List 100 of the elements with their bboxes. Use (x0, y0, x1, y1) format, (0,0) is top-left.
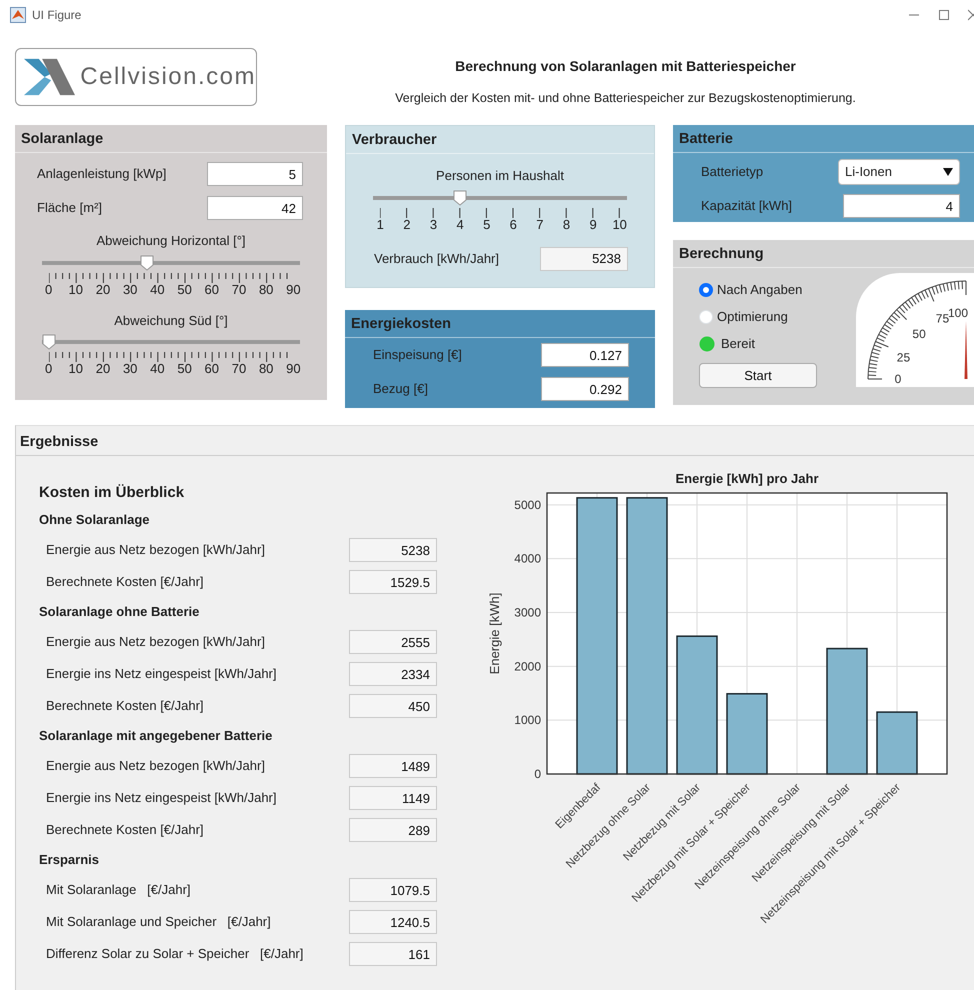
output-field[interactable]: 2555 (349, 630, 437, 654)
input-field[interactable]: 42 (207, 196, 303, 220)
panel-title: Solaranlage (21, 131, 104, 147)
window-title: UI Figure (32, 7, 82, 24)
output-field[interactable]: 1079.5 (349, 878, 437, 902)
field-label: Kapazität [kWh] (701, 197, 792, 216)
caret-icon (943, 168, 953, 176)
radio-label[interactable]: Nach Angaben (717, 280, 802, 300)
field-label: Energie aus Netz bezogen [kWh/Jahr] (46, 757, 265, 776)
output-field[interactable]: 289 (349, 818, 437, 842)
tick-label: 9 (588, 218, 598, 232)
subsection-title: Ersparnis (39, 851, 100, 870)
close-icon[interactable] (968, 9, 974, 21)
tick-label: 50 (176, 362, 193, 376)
output-field[interactable]: 450 (349, 694, 437, 718)
tick-label: 1 (376, 218, 385, 232)
field-label: Einspeisung [€] (373, 346, 462, 364)
gauge-label: 25 (896, 350, 910, 364)
tick-label: 80 (258, 362, 274, 376)
slider-thumb[interactable] (140, 254, 154, 270)
field-label: Berechnete Kosten [€/Jahr] (46, 573, 204, 592)
tick-label: 5 (482, 218, 492, 232)
axis-tick-label: 3000 (514, 606, 541, 620)
output-field[interactable]: 1489 (349, 754, 437, 778)
input-field[interactable]: 4 (843, 194, 960, 218)
tick-label: 30 (122, 282, 138, 296)
subsection-title: Solaranlage ohne Batterie (39, 603, 200, 622)
tick-label: 40 (149, 282, 166, 296)
output-field[interactable]: 1529.5 (349, 570, 437, 594)
input-field[interactable]: 0.292 (541, 377, 629, 401)
subsection-title: Solaranlage mit angegebener Batterie (39, 727, 274, 746)
slider-thumb[interactable] (453, 190, 468, 206)
tick-label: 8 (562, 218, 572, 232)
tick-label: 6 (508, 218, 518, 232)
subsection-title: Ohne Solaranlage (39, 511, 151, 530)
output-field[interactable]: 2334 (349, 662, 437, 686)
tick-label: 10 (611, 218, 628, 232)
field-label: Berechnete Kosten [€/Jahr] (46, 821, 204, 840)
field-label: Differenz Solar zu Solar + Speicher [€/Jahr] (46, 945, 304, 964)
app-icon (10, 7, 26, 23)
field-label: Mit Solaranlage [€/Jahr] (46, 881, 191, 900)
tick-label: 90 (285, 362, 302, 376)
field-label: Anlagenleistung [kWp] (37, 165, 166, 184)
field-label: Energie ins Netz eingespeist [kWh/Jahr] (46, 789, 276, 808)
field-label: Mit Solaranlage und Speicher [€/Jahr] (46, 913, 271, 932)
slider-thumb[interactable] (42, 334, 56, 350)
logo-text: Cellvision.com (80, 62, 256, 92)
output-field[interactable]: 1149 (349, 786, 437, 810)
output-field[interactable]: 1240.5 (349, 910, 437, 934)
tick-label: 2 (402, 218, 412, 232)
tick-label: 30 (122, 362, 138, 376)
panel-title: Energiekosten (351, 316, 451, 332)
radio-button[interactable] (699, 282, 713, 296)
axis-tick-label: 4000 (514, 552, 541, 566)
panel-title: Berechnung (679, 246, 764, 262)
tick-label: 70 (230, 362, 248, 376)
field-label: Energie ins Netz eingespeist [kWh/Jahr] (46, 665, 276, 684)
axis-tick-label: 2000 (514, 659, 541, 674)
axis-tick-label: 0 (534, 767, 541, 781)
input-field[interactable]: 0.127 (541, 343, 629, 367)
field-label: Batterietyp (701, 163, 764, 182)
output-field[interactable]: 5238 (540, 246, 628, 270)
field-label: Energie aus Netz bezogen [kWh/Jahr] (46, 541, 265, 560)
tick-label: 60 (204, 362, 220, 376)
slider-label: Personen im Haushalt (436, 167, 564, 185)
tick-label: 0 (44, 362, 54, 376)
tick-label: 7 (535, 218, 544, 232)
panel-title: Ergebnisse (20, 434, 98, 450)
gauge-label: 0 (894, 372, 902, 386)
tick-label: 10 (68, 282, 84, 296)
field-label: Verbrauch [kWh/Jahr] (374, 250, 499, 268)
input-field[interactable]: 5 (207, 162, 303, 186)
dropdown[interactable]: Li-Ionen (838, 159, 960, 185)
radio-label[interactable]: Optimierung (717, 306, 788, 326)
field-label: Energie aus Netz bezogen [kWh/Jahr] (46, 633, 265, 652)
slider-label: Abweichung Horizontal [°] (96, 232, 246, 250)
tick-label: 90 (285, 282, 302, 296)
status-label: Bereit (721, 334, 755, 353)
output-field[interactable]: 161 (349, 942, 437, 966)
tick-label: 60 (204, 282, 220, 296)
tick-label: 80 (258, 282, 274, 296)
page-title: Berechnung von Solaranlagen mit Batteriespeicher (455, 57, 796, 76)
tick-label: 10 (68, 362, 84, 376)
output-field[interactable]: 5238 (349, 538, 437, 562)
tick-label: 70 (230, 282, 248, 296)
tick-label: 20 (94, 362, 112, 376)
panel-title: Batterie (679, 131, 733, 147)
tick-label: 4 (455, 218, 465, 232)
maximize-icon[interactable] (938, 9, 950, 21)
gauge-label: 50 (912, 327, 926, 342)
gauge-label: 75 (936, 311, 950, 326)
gauge-label: 100 (948, 306, 968, 320)
axis-title: Energie [kWh] (487, 592, 502, 674)
chart-title: Energie [kWh] pro Jahr (675, 471, 819, 486)
slider-label: Abweichung Süd [°] (114, 312, 228, 330)
tick-label: 50 (176, 282, 193, 296)
panel-title: Verbraucher (352, 132, 437, 148)
field-label: Bezug [€] (373, 380, 428, 398)
start-button[interactable]: Start (699, 363, 817, 388)
axis-tick-label: 5000 (514, 498, 541, 512)
